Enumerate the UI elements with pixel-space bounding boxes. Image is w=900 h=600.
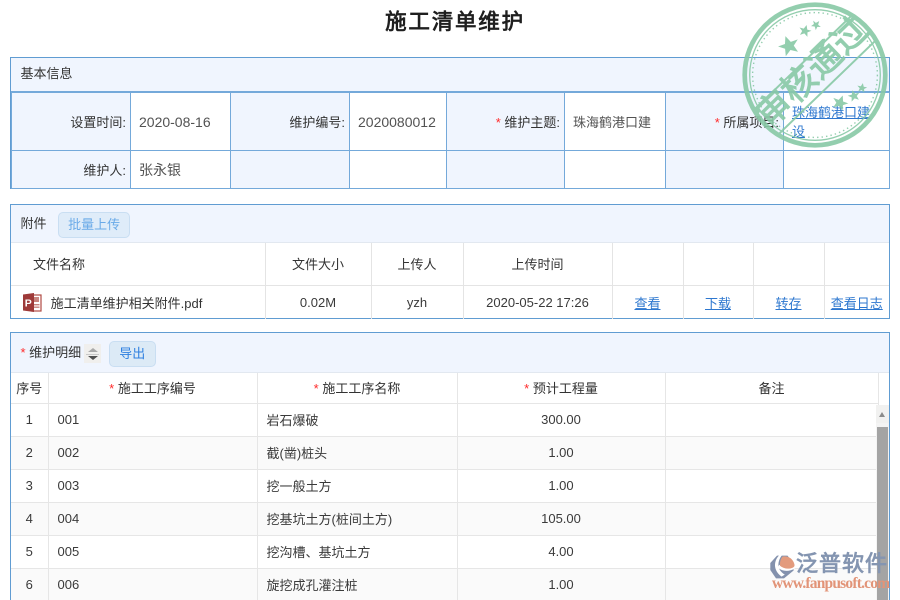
svg-text:P: P xyxy=(25,297,32,309)
